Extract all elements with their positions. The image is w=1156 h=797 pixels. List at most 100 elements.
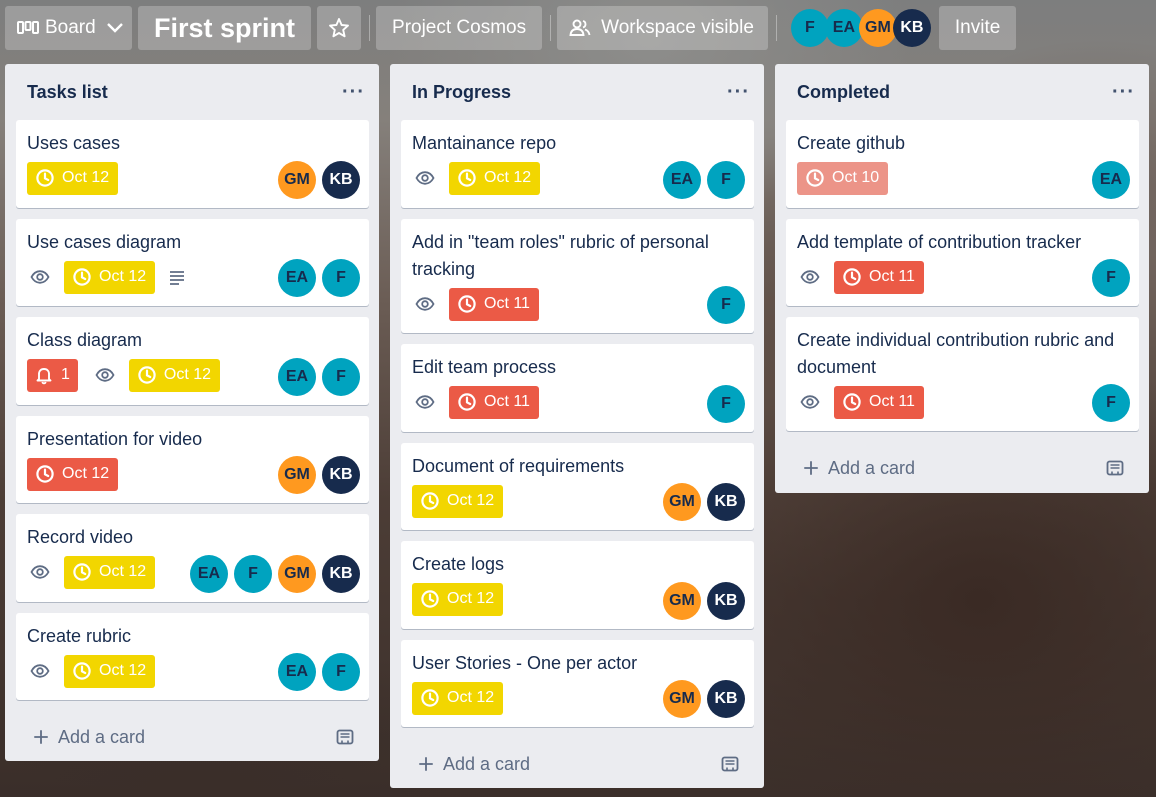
list-title[interactable]: Tasks list [27,82,108,103]
star-icon [329,18,349,38]
avatar[interactable]: KB [707,483,745,521]
card[interactable]: Create github Oct 10 EA [786,120,1139,208]
eye-icon [415,392,435,412]
avatar[interactable]: EA [278,358,316,396]
board-switcher-button[interactable]: Board [5,6,132,50]
avatar[interactable]: GM [663,680,701,718]
star-button[interactable] [317,6,362,50]
avatar[interactable]: F [1092,259,1130,297]
card[interactable]: Create individual contribution rubric an… [786,317,1139,431]
list-header[interactable]: In Progress ··· [401,64,754,120]
avatar[interactable]: F [1092,384,1130,422]
board-header: Board First sprint Project Cosmos Worksp… [0,0,1156,56]
invite-button[interactable]: Invite [938,6,1017,50]
board-title[interactable]: First sprint [138,6,312,50]
list-title[interactable]: Completed [797,82,890,103]
avatar[interactable]: EA [663,161,701,199]
card[interactable]: Add in "team roles" rubric of personal t… [401,219,754,333]
avatar[interactable]: KB [322,555,360,593]
card[interactable]: Class diagram 1 Oct 12 EA F [16,317,369,405]
avatar[interactable]: F [707,385,745,423]
avatar[interactable]: KB [322,161,360,199]
add-card-button[interactable]: Add a card [401,738,754,790]
card[interactable]: Uses cases Oct 12 GM KB [16,120,369,208]
template-icon[interactable] [720,754,740,774]
avatar[interactable]: GM [278,456,316,494]
due-date-badge[interactable]: Oct 11 [834,260,924,294]
list-header[interactable]: Tasks list ··· [16,64,369,120]
due-date-badge[interactable]: Oct 11 [449,385,539,419]
template-icon[interactable] [335,727,355,747]
card[interactable]: Add template of contribution tracker Oct… [786,219,1139,306]
more-icon[interactable]: ··· [1112,81,1135,104]
due-date-badge[interactable]: Oct 11 [834,385,924,419]
avatar[interactable]: GM [278,161,316,199]
card[interactable]: Edit team process Oct 11 F [401,344,754,432]
card[interactable]: Use cases diagram Oct 12 EA F [16,219,369,306]
avatar[interactable]: F [322,358,360,396]
clock-icon [72,661,92,681]
clock-icon [137,365,157,385]
avatar[interactable]: GM [278,555,316,593]
due-date-badge[interactable]: Oct 11 [449,287,539,321]
card[interactable]: User Stories - One per actor Oct 12 GM KB [401,640,754,727]
plus-icon [417,755,435,773]
avatar[interactable]: EA [1092,161,1130,199]
due-date-badge[interactable]: Oct 12 [412,484,504,518]
card[interactable]: Create rubric Oct 12 EA F [16,613,369,700]
due-date-badge[interactable]: Oct 12 [64,654,156,688]
list-title[interactable]: In Progress [412,82,511,103]
card[interactable]: Document of requirements Oct 12 GM KB [401,443,754,530]
visibility-button[interactable]: Workspace visible [557,6,768,50]
due-date-label: Oct 12 [447,689,495,706]
avatar[interactable]: KB [892,9,931,47]
clock-icon [35,464,55,484]
due-date-label: Oct 12 [99,563,147,580]
card[interactable]: Record video Oct 12 EA F GM KB [16,514,369,602]
add-card-button[interactable]: Add a card [16,711,369,763]
clock-icon [420,491,440,511]
due-date-label: Oct 12 [163,366,212,383]
avatar[interactable]: EA [190,555,228,593]
avatar[interactable]: KB [707,582,745,620]
avatar[interactable]: KB [322,456,360,494]
due-date-badge[interactable]: Oct 12 [64,260,156,294]
clock-icon [72,267,92,287]
avatar[interactable]: GM [858,9,897,47]
list-in-progress: In Progress ··· Mantainance repo Oct 12 … [390,64,764,788]
plus-icon [32,728,50,746]
due-date-badge[interactable]: Oct 12 [412,681,504,715]
avatar[interactable]: F [707,161,745,199]
avatar[interactable]: EA [278,259,316,297]
card-title: Mantainance repo [412,133,557,153]
due-date-badge[interactable]: Oct 12 [27,457,119,491]
team-button[interactable]: Project Cosmos [376,6,543,50]
due-date-badge[interactable]: Oct 12 [27,161,119,195]
template-icon[interactable] [1105,458,1125,478]
due-date-label: Oct 12 [484,169,532,186]
avatar[interactable]: EA [824,9,863,47]
due-date-badge[interactable]: Oct 10 [797,161,889,195]
avatar[interactable]: EA [278,653,316,691]
more-icon[interactable]: ··· [727,81,750,104]
avatar[interactable]: GM [663,483,701,521]
avatar[interactable]: F [322,259,360,297]
due-date-badge[interactable]: Oct 12 [412,582,504,616]
avatar[interactable]: KB [707,680,745,718]
card[interactable]: Create logs Oct 12 GM KB [401,541,754,629]
notification-badge[interactable]: 1 [27,358,78,392]
card[interactable]: Presentation for video Oct 12 GM KB [16,416,369,503]
card[interactable]: Mantainance repo Oct 12 EA F [401,120,754,208]
list-header[interactable]: Completed ··· [786,64,1139,120]
avatar[interactable]: F [790,9,829,47]
avatar[interactable]: F [322,653,360,691]
add-card-button[interactable]: Add a card [786,442,1139,494]
avatar[interactable]: F [234,555,272,593]
more-icon[interactable]: ··· [342,81,365,104]
avatar[interactable]: F [707,286,745,324]
due-date-badge[interactable]: Oct 12 [64,555,156,589]
avatar[interactable]: GM [663,582,701,620]
clock-icon [805,168,825,188]
due-date-badge[interactable]: Oct 12 [449,161,541,195]
due-date-badge[interactable]: Oct 12 [128,358,221,392]
